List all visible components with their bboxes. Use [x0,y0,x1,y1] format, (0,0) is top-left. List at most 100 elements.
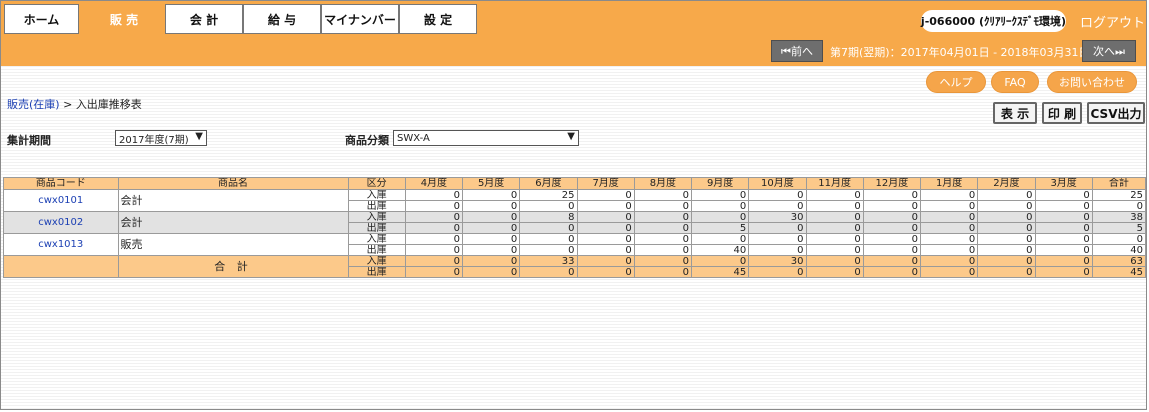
qty-cell: 25 [1091,189,1146,201]
qty-cell: 0 [633,211,693,223]
print-button[interactable]: 印 刷 [1042,102,1082,124]
qty-cell: 0 [633,244,693,256]
breadcrumb-current: 入出庫推移表 [75,98,142,111]
qty-cell: 0 [977,233,1036,245]
qty-cell: 0 [404,211,464,223]
contact-button[interactable]: お問い合わせ [1047,71,1137,93]
qty-cell: 0 [805,189,864,201]
qty-cell: 0 [862,189,922,201]
tab-settings[interactable]: 設 定 [399,4,477,34]
qty-cell: 0 [919,233,979,245]
product-code-link[interactable]: cwx0102 [38,217,83,228]
show-button[interactable]: 表 示 [993,102,1037,124]
table-row: cwx0102 会計 入庫 0 0 8 0 0 0 30 0 0 0 0 0 38 [3,211,1146,234]
help-button[interactable]: ヘルプ [926,71,986,93]
qty-cell: 30 [748,255,807,267]
period-text: 第7期(翌期)：2017年04月01日 - 2018年03月31日 [830,46,1090,59]
qty-cell: 0 [748,200,807,212]
qty-cell: 0 [576,222,635,234]
total-empty-cell [3,255,119,278]
csv-export-button[interactable]: CSV出力 [1087,102,1145,124]
qty-cell: 0 [633,200,693,212]
kubun-out-label: 出庫 [347,266,406,278]
product-code-cell: cwx0101 [3,189,119,212]
kubun-out-label: 出庫 [347,222,406,234]
total-row: 合 計入庫 0 0 33 0 0 0 30 0 0 0 0 0 63 [3,255,1146,278]
qty-cell: 0 [576,189,635,201]
qty-cell: 40 [1091,244,1146,256]
table-row: cwx1013 販売 入庫 0 0 0 0 0 0 0 0 0 0 0 0 0 [3,233,1146,256]
qty-cell: 0 [576,233,635,245]
qty-cell: 0 [919,255,979,267]
tab-home[interactable]: ホーム [4,4,79,34]
qty-cell: 0 [633,266,693,278]
qty-cell: 0 [748,233,807,245]
product-code-link[interactable]: cwx0101 [38,195,83,206]
header-month: 3月度 [1034,177,1093,190]
period-select[interactable]: 2017年度(7期) ▼ [115,130,207,146]
qty-cell: 0 [576,244,635,256]
qty-cell: 0 [805,233,864,245]
qty-cell: 0 [805,222,864,234]
header-month: 2月度 [977,177,1036,190]
qty-cell: 30 [748,211,807,223]
qty-cell: 0 [461,211,521,223]
qty-cell: 0 [1034,200,1093,212]
qty-cell: 0 [977,244,1036,256]
qty-cell: 0 [1034,211,1093,223]
qty-cell: 0 [519,222,578,234]
total-label: 合 計 [117,255,349,278]
qty-cell: 0 [461,255,521,267]
qty-cell: 0 [576,211,635,223]
category-select[interactable]: SWX-A ▼ [393,130,579,146]
inventory-transition-table: 商品コード 商品名 区分 4月度 5月度 6月度 7月度 8月度 9月度 10月… [3,177,1146,278]
kubun-in-label: 入庫 [347,233,406,245]
qty-cell: 0 [805,211,864,223]
qty-cell: 0 [748,222,807,234]
header-month: 12月度 [862,177,922,190]
next-period-button[interactable]: 次へ⏭ [1082,40,1136,62]
qty-cell: 0 [862,200,922,212]
qty-cell: 0 [404,200,464,212]
header-kubun: 区分 [347,177,406,190]
qty-cell: 0 [519,200,578,212]
qty-cell: 0 [404,222,464,234]
qty-cell: 0 [805,200,864,212]
qty-cell: 45 [1091,266,1146,278]
breadcrumb-parent-link[interactable]: 販売(在庫) [7,98,60,111]
header-month: 1月度 [919,177,979,190]
qty-cell: 0 [461,200,521,212]
qty-cell: 0 [576,200,635,212]
qty-cell: 0 [805,255,864,267]
header-month: 6月度 [519,177,578,190]
header-total: 合計 [1091,177,1146,190]
qty-cell: 0 [690,233,750,245]
period-filter-label: 集計期間 [7,134,51,147]
logout-link[interactable]: ログアウト [1080,12,1145,31]
qty-cell: 0 [519,233,578,245]
header-name: 商品名 [117,177,349,190]
tab-mynumber[interactable]: マイナンバー [321,4,399,34]
product-code-cell: cwx1013 [3,233,119,256]
qty-cell: 45 [690,266,750,278]
kubun-out-label: 出庫 [347,244,406,256]
qty-cell: 0 [1091,233,1146,245]
tab-accounting[interactable]: 会 計 [165,4,243,34]
qty-cell: 0 [404,233,464,245]
qty-cell: 0 [633,233,693,245]
qty-cell: 0 [633,222,693,234]
qty-cell: 0 [862,244,922,256]
prev-period-button[interactable]: ⏮前へ [771,40,823,62]
qty-cell: 5 [690,222,750,234]
tab-sales[interactable]: 販 売 [85,4,163,34]
product-code-link[interactable]: cwx1013 [38,239,83,250]
qty-cell: 0 [1034,244,1093,256]
qty-cell: 40 [690,244,750,256]
tab-payroll[interactable]: 給 与 [243,4,321,34]
qty-cell: 0 [461,189,521,201]
qty-cell: 0 [404,255,464,267]
faq-button[interactable]: FAQ [991,71,1039,93]
chevron-down-icon: ▼ [195,131,203,142]
category-filter-label: 商品分類 [345,134,389,147]
kubun-in-label: 入庫 [347,255,406,267]
